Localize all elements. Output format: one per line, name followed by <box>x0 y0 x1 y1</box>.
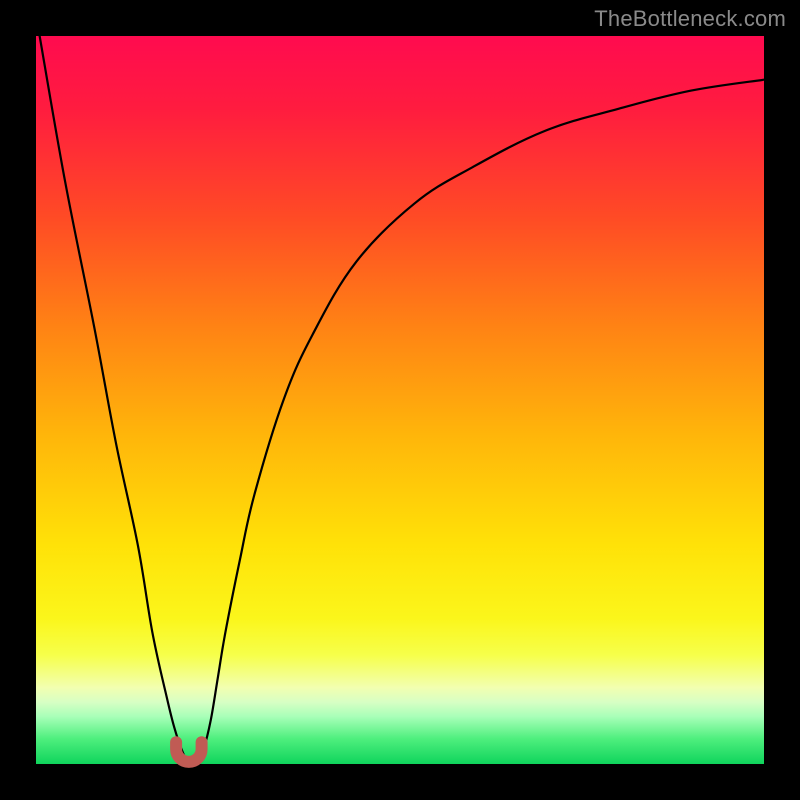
plot-background <box>36 36 764 764</box>
chart-svg <box>0 0 800 800</box>
chart-frame: TheBottleneck.com <box>0 0 800 800</box>
